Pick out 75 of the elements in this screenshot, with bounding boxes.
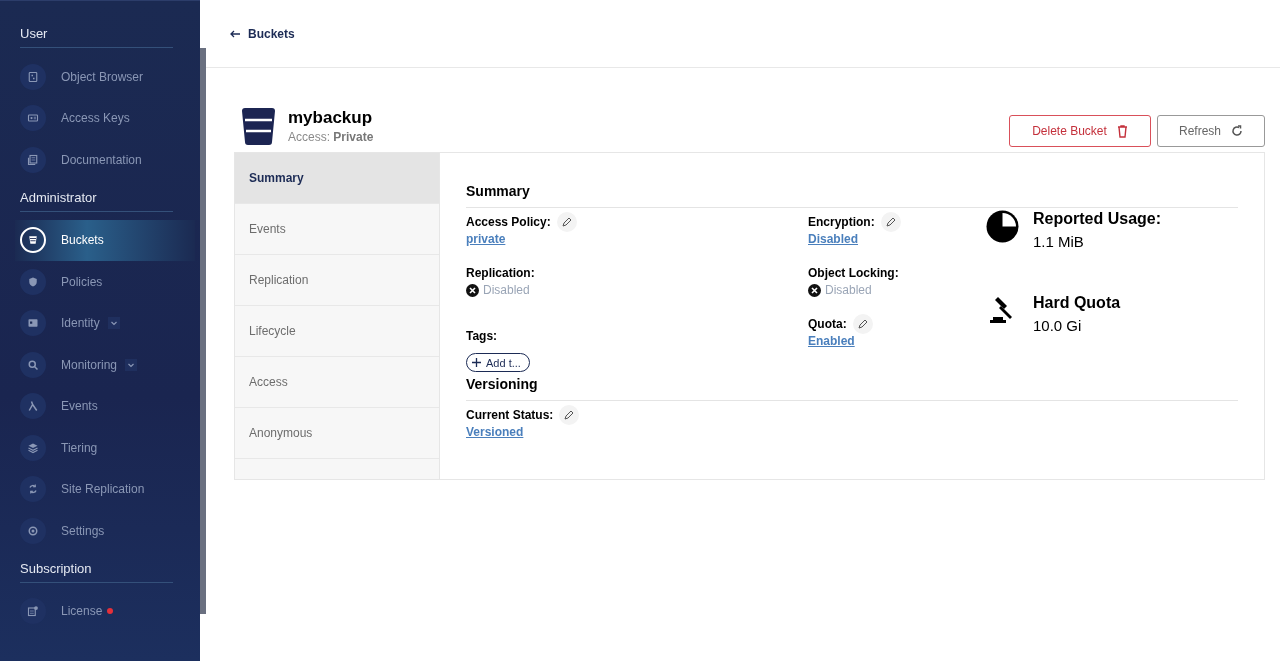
bucket-name: mybackup <box>288 108 374 128</box>
trash-icon <box>1116 124 1128 138</box>
refresh-button[interactable]: Refresh <box>1157 115 1265 147</box>
section-heading: Versioning <box>466 376 1238 401</box>
tab[interactable]: Replication <box>235 255 439 306</box>
refresh-icon <box>1231 125 1243 137</box>
pencil-icon <box>856 318 869 330</box>
id-card-icon <box>27 317 39 330</box>
sync-icon <box>27 483 39 496</box>
bucket-icon <box>27 234 39 247</box>
field-label: Encryption: <box>808 215 875 229</box>
sidebar-item[interactable]: License <box>15 590 195 632</box>
field-label: Tags: <box>466 329 498 343</box>
sidebar-item[interactable]: Settings <box>15 510 195 552</box>
search-icon <box>27 358 39 371</box>
access-text: Access: Private <box>288 130 374 144</box>
sidebar-item[interactable]: Monitoring <box>15 344 195 386</box>
pencil-icon <box>560 216 573 228</box>
sidebar-section-title: Subscription <box>20 555 173 583</box>
edit-button[interactable] <box>559 405 580 425</box>
value-link[interactable]: Enabled <box>808 334 855 348</box>
sidebar-item[interactable]: Buckets <box>15 219 195 261</box>
tab[interactable]: Events <box>235 204 439 255</box>
field-label: Quota: <box>808 317 847 331</box>
value-link[interactable]: private <box>466 232 506 246</box>
field-label: Access Policy: <box>466 215 551 229</box>
section-heading: Summary <box>466 183 1238 208</box>
layers-icon <box>27 441 39 454</box>
status-text: Disabled <box>825 283 872 297</box>
value-link[interactable]: Versioned <box>466 425 524 439</box>
sidebar-item[interactable]: Object Browser <box>15 56 195 98</box>
stat-value: 1.1 MiB <box>1033 233 1085 250</box>
pencil-icon <box>884 216 897 228</box>
back-arrow-icon <box>230 29 240 38</box>
stat-label: Hard Quota <box>1033 294 1121 312</box>
pie-chart-icon <box>986 210 1019 243</box>
delete-button[interactable]: Delete Bucket <box>1009 115 1151 147</box>
status-text: Disabled <box>483 283 530 297</box>
sidebar-item[interactable]: Events <box>15 385 195 427</box>
pencil-icon <box>563 409 576 421</box>
sidebar-item[interactable]: Documentation <box>15 139 195 181</box>
sidebar-item[interactable]: Tiering <box>15 427 195 469</box>
add-tag-button[interactable]: Add t... <box>466 353 530 372</box>
scrollbar-thumb[interactable] <box>200 48 206 614</box>
field-label: Replication: <box>466 266 535 280</box>
value-link[interactable]: Disabled <box>808 232 858 246</box>
field-label: Current Status: <box>466 408 554 422</box>
field-label: Object Locking: <box>808 266 899 280</box>
card-icon <box>27 112 39 125</box>
edit-button[interactable] <box>852 314 873 334</box>
shield-icon <box>27 275 39 288</box>
stat-value: 10.0 Gi <box>1033 317 1083 334</box>
document-icon <box>27 153 39 166</box>
license-icon <box>27 605 39 618</box>
tab[interactable]: Access <box>235 357 439 408</box>
stat-label: Reported Usage: <box>1033 210 1162 228</box>
tab[interactable]: Lifecycle <box>235 306 439 357</box>
sidebar-item[interactable]: Access Keys <box>15 97 195 139</box>
settings-icon <box>27 524 39 537</box>
sidebar-item[interactable]: Policies <box>15 261 195 303</box>
bucket-icon <box>240 107 277 145</box>
x-circle-icon <box>808 283 821 297</box>
x-circle-icon <box>466 283 479 297</box>
sidebar-item[interactable]: Site Replication <box>15 468 195 510</box>
sidebar-section-title: Administrator <box>20 184 173 212</box>
edit-button[interactable] <box>556 212 577 232</box>
edit-button[interactable] <box>880 212 901 232</box>
tab[interactable]: Summary <box>235 153 439 204</box>
lambda-icon <box>27 400 39 413</box>
tab[interactable]: Anonymous <box>235 408 439 459</box>
plus-icon <box>472 358 481 367</box>
grid-icon <box>27 70 39 83</box>
sidebar-section-title: User <box>20 21 173 48</box>
back-link[interactable]: Buckets <box>230 26 295 41</box>
sidebar-item[interactable]: Identity <box>15 302 195 344</box>
